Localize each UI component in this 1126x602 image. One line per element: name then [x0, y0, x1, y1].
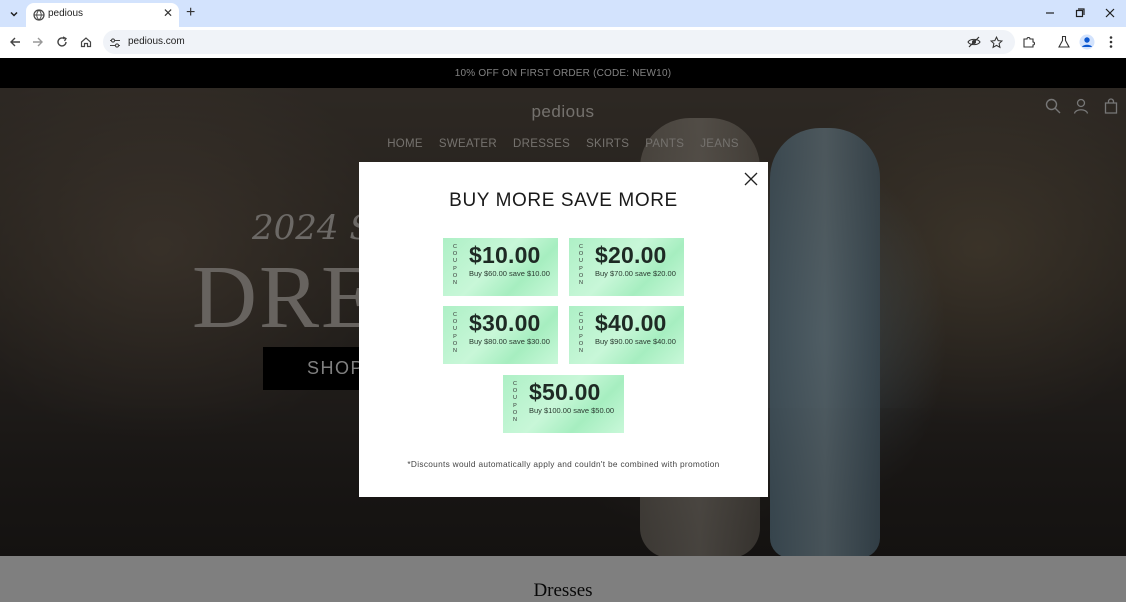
eye-off-icon[interactable] — [967, 35, 981, 49]
coupon-side-label: COUPON — [452, 312, 458, 355]
bookmark-star-icon[interactable] — [989, 35, 1003, 49]
close-window-icon[interactable] — [1099, 4, 1121, 22]
globe-icon — [33, 8, 45, 21]
coupon-description: Buy $90.00 save $40.00 — [595, 337, 676, 346]
coupon-side-label: COUPON — [512, 381, 518, 424]
modal-title: BUY MORE SAVE MORE — [449, 190, 678, 211]
coupon-amount: $30.00 — [469, 310, 541, 336]
coupon-card[interactable]: COUPON $50.00 Buy $100.00 save $50.00 — [503, 375, 624, 433]
tab-search-chevron-down-icon[interactable] — [5, 5, 23, 23]
coupon-amount: $10.00 — [469, 242, 541, 268]
coupon-description: Buy $100.00 save $50.00 — [529, 406, 615, 415]
reload-icon[interactable] — [53, 33, 71, 51]
coupon-card[interactable]: COUPON $40.00 Buy $90.00 save $40.00 — [569, 306, 684, 364]
browser-tab[interactable]: pedious ✕ — [26, 3, 179, 27]
coupon-side-label: COUPON — [578, 244, 584, 287]
url-text: pedious.com — [128, 36, 185, 47]
site-info-tune-icon[interactable] — [109, 36, 121, 48]
coupon-description: Buy $60.00 save $10.00 — [469, 269, 550, 278]
kebab-menu-icon[interactable] — [1103, 34, 1119, 50]
promo-modal: BUY MORE SAVE MORE COUPON $10.00 Buy $60… — [359, 162, 768, 497]
forward-arrow-right-icon[interactable] — [29, 33, 47, 51]
coupon-description: Buy $70.00 save $20.00 — [595, 269, 676, 278]
labs-flask-icon[interactable] — [1056, 34, 1072, 50]
profile-person-icon[interactable] — [1079, 34, 1095, 50]
modal-disclaimer: *Discounts would automatically apply and… — [407, 459, 720, 469]
restore-icon[interactable] — [1069, 4, 1091, 22]
browser-tab-bar: pedious ✕ + — [0, 0, 1126, 27]
browser-toolbar: pedious.com — [0, 27, 1126, 58]
coupon-amount: $50.00 — [529, 379, 601, 405]
home-icon[interactable] — [77, 33, 95, 51]
minimize-icon[interactable] — [1039, 4, 1061, 22]
coupon-description: Buy $80.00 save $30.00 — [469, 337, 550, 346]
new-tab-plus-icon[interactable]: + — [186, 4, 195, 22]
coupon-card[interactable]: COUPON $20.00 Buy $70.00 save $20.00 — [569, 238, 684, 296]
close-tab-icon[interactable]: ✕ — [163, 6, 173, 20]
coupon-amount: $20.00 — [595, 242, 667, 268]
tab-title: pedious — [48, 8, 84, 19]
extensions-puzzle-icon[interactable] — [1021, 34, 1037, 50]
coupon-card[interactable]: COUPON $10.00 Buy $60.00 save $10.00 — [443, 238, 558, 296]
coupon-side-label: COUPON — [452, 244, 458, 287]
address-bar[interactable]: pedious.com — [103, 30, 1015, 54]
modal-close-icon[interactable] — [742, 170, 760, 188]
coupon-amount: $40.00 — [595, 310, 667, 336]
coupon-card[interactable]: COUPON $30.00 Buy $80.00 save $30.00 — [443, 306, 558, 364]
back-arrow-left-icon[interactable] — [6, 33, 24, 51]
coupon-side-label: COUPON — [578, 312, 584, 355]
